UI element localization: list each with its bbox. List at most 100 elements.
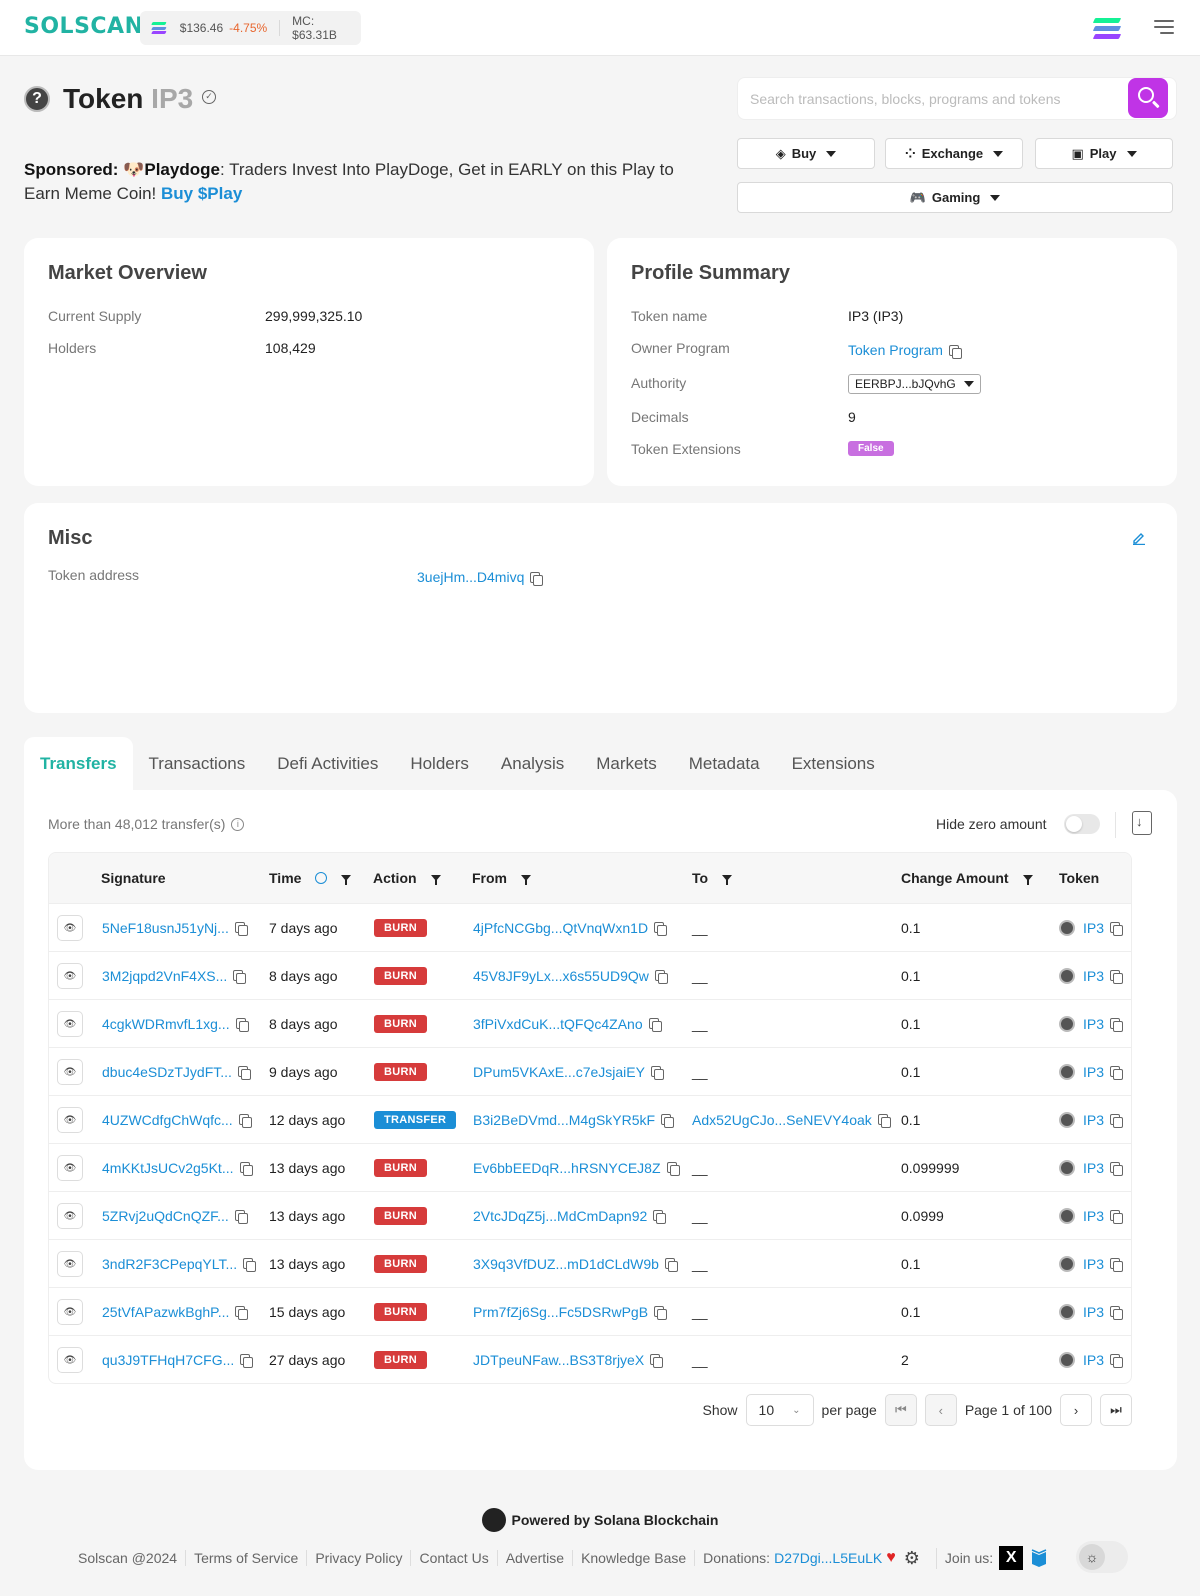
copy-icon[interactable] [653,1209,667,1224]
advertise-link[interactable]: Advertise [498,1550,574,1566]
privacy-link[interactable]: Privacy Policy [307,1550,412,1566]
eye-icon[interactable]: 👁 [57,915,83,941]
copy-icon[interactable] [661,1113,675,1128]
signature-link[interactable]: 4UZWCdfgChWqfc... [102,1112,233,1128]
copy-icon[interactable] [234,921,248,936]
eye-icon[interactable]: 👁 [57,1059,83,1085]
copy-icon[interactable] [238,1113,252,1128]
eye-icon[interactable]: 👁 [57,1011,83,1037]
terms-link[interactable]: Terms of Service [186,1550,308,1566]
tab-transfers[interactable]: Transfers [24,737,133,790]
copy-icon[interactable] [1110,1161,1124,1176]
eye-icon[interactable]: 👁 [57,1155,83,1181]
signature-link[interactable]: 4cgkWDRmvfL1xg... [102,1016,230,1032]
copy-icon[interactable] [654,1305,668,1320]
signature-link[interactable]: qu3J9TFHqH7CFG... [102,1352,234,1368]
copy-icon[interactable] [235,1017,249,1032]
copy-icon[interactable] [530,571,544,586]
signature-link[interactable]: 5ZRvj2uQdCnQZF... [102,1208,229,1224]
prev-page-button[interactable]: ‹ [924,1394,957,1426]
tab-analysis[interactable]: Analysis [485,737,580,790]
from-address-link[interactable]: JDTpeuNFaw...BS3T8rjyeX [473,1352,644,1368]
copy-icon[interactable] [1110,1209,1124,1224]
token-link[interactable]: IP3 [1083,1064,1104,1080]
donations-address-link[interactable]: D27Dgi...L5EuLK [774,1550,882,1566]
copy-icon[interactable] [237,1065,251,1080]
filter-icon[interactable] [341,875,352,885]
token-link[interactable]: IP3 [1083,1160,1104,1176]
filter-icon[interactable] [430,875,441,885]
filter-icon[interactable] [521,875,531,885]
token-address-link[interactable]: 3uejHm...D4mivq [417,569,524,585]
docs-icon[interactable] [1031,1549,1047,1567]
clock-icon[interactable] [315,872,328,884]
signature-link[interactable]: 4mKKtJsUCv2g5Kt... [102,1160,234,1176]
from-address-link[interactable]: 45V8JF9yLx...x6s55UD9Qw [473,968,649,984]
copy-icon[interactable] [1110,1017,1124,1032]
tab-extensions[interactable]: Extensions [776,737,891,790]
copy-icon[interactable] [233,969,247,984]
copy-icon[interactable] [243,1257,257,1272]
copy-icon[interactable] [650,1065,664,1080]
contact-link[interactable]: Contact Us [411,1550,498,1566]
copy-icon[interactable] [234,1209,248,1224]
gaming-dropdown-button[interactable]: 🎮 Gaming [737,182,1173,213]
copy-icon[interactable] [648,1017,662,1032]
copy-icon[interactable] [1110,1065,1124,1080]
from-address-link[interactable]: 4jPfcNCGbg...QtVnqWxn1D [473,920,648,936]
signature-link[interactable]: dbuc4eSDzTJydFT... [102,1064,232,1080]
authority-dropdown[interactable]: EERBPJ...bJQvhG [848,374,981,394]
verify-check-icon[interactable]: ✓ [202,90,216,104]
from-address-link[interactable]: Prm7fZj6Sg...Fc5DSRwPgB [473,1304,648,1320]
copy-icon[interactable] [666,1161,680,1176]
last-page-button[interactable]: ⏭ [1100,1394,1132,1426]
token-link[interactable]: IP3 [1083,1016,1104,1032]
search-input[interactable] [750,88,1130,110]
hamburger-menu-icon[interactable] [1154,20,1174,34]
solscan-logo[interactable]: SOLSCAN [24,14,144,39]
copy-icon[interactable] [664,1257,678,1272]
info-icon[interactable]: i [231,817,245,831]
tab-defi-activities[interactable]: Defi Activities [261,737,394,790]
first-page-button[interactable]: ⏮ [884,1394,917,1426]
theme-toggle[interactable]: ☼ [1076,1541,1128,1573]
per-page-select[interactable]: 10 ⌄ [745,1394,814,1426]
play-dropdown-button[interactable]: ▣ Play [1035,138,1173,169]
copy-icon[interactable] [650,1353,664,1368]
tab-metadata[interactable]: Metadata [673,737,776,790]
token-link[interactable]: IP3 [1083,920,1104,936]
signature-link[interactable]: 3ndR2F3CPepqYLT... [102,1256,237,1272]
download-csv-icon[interactable] [1132,811,1152,835]
copy-icon[interactable] [235,1305,249,1320]
filter-icon[interactable] [1022,875,1033,885]
from-address-link[interactable]: B3i2BeDVmd...M4gSkYR5kF [473,1112,655,1128]
from-address-link[interactable]: 2VtcJDqZ5j...MdCmDapn92 [473,1208,647,1224]
filter-icon[interactable] [722,875,733,885]
copy-icon[interactable] [1110,1257,1124,1272]
eye-icon[interactable]: 👁 [57,1107,83,1133]
tab-markets[interactable]: Markets [580,737,672,790]
eye-icon[interactable]: 👁 [57,1251,83,1277]
copy-icon[interactable] [654,921,668,936]
eye-icon[interactable]: 👁 [57,1203,83,1229]
copy-icon[interactable] [1110,1113,1124,1128]
copy-icon[interactable] [240,1353,254,1368]
token-link[interactable]: IP3 [1083,968,1104,984]
copy-icon[interactable] [948,344,962,359]
token-link[interactable]: IP3 [1083,1304,1104,1320]
tab-transactions[interactable]: Transactions [133,737,262,790]
eye-icon[interactable]: 👁 [57,1299,83,1325]
sponsor-name[interactable]: Playdoge [144,160,220,179]
signature-link[interactable]: 25tVfAPazwkBghP... [102,1304,229,1320]
token-link[interactable]: IP3 [1083,1256,1104,1272]
copy-icon[interactable] [239,1161,253,1176]
copy-icon[interactable] [877,1113,891,1128]
signature-link[interactable]: 3M2jqpd2VnF4XS... [102,968,227,984]
knowledge-base-link[interactable]: Knowledge Base [573,1550,696,1566]
search-button[interactable] [1128,78,1168,118]
copy-icon[interactable] [1110,921,1124,936]
tab-holders[interactable]: Holders [394,737,485,790]
owner-program-link[interactable]: Token Program [848,342,943,358]
copy-icon[interactable] [1110,1353,1124,1368]
solana-logo-icon[interactable] [1092,18,1122,40]
